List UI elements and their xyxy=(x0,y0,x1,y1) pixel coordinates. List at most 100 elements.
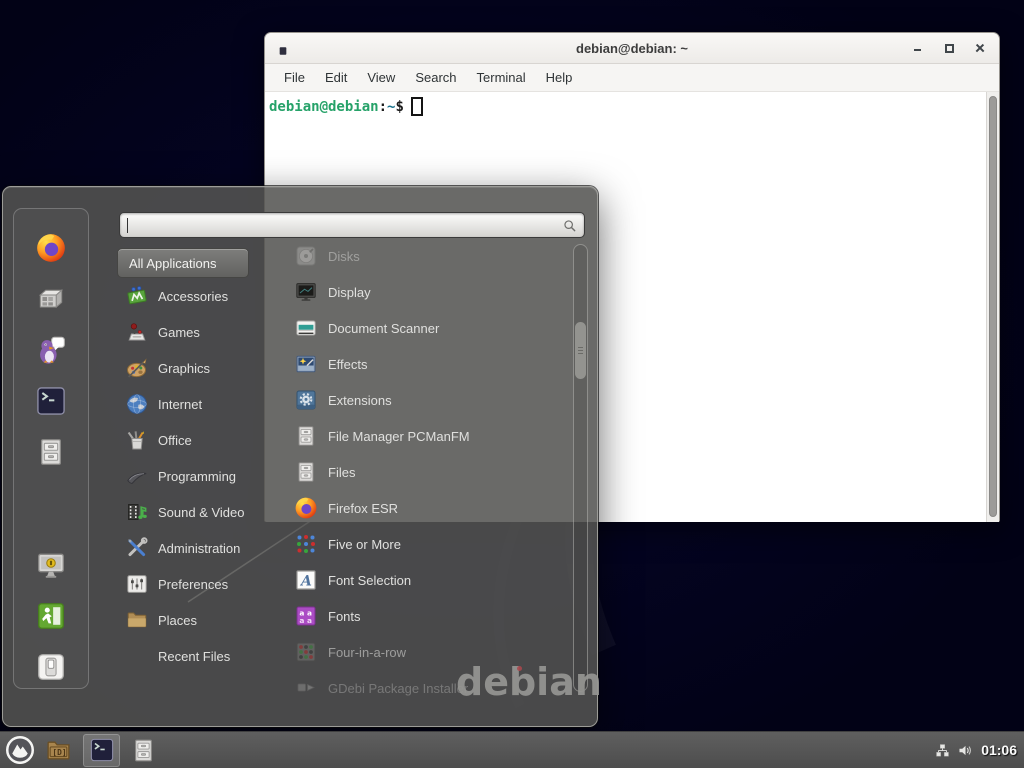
firefox-icon xyxy=(294,496,318,520)
app-five-or-more[interactable]: Five or More xyxy=(294,526,572,562)
terminal-menubar: FileEditViewSearchTerminalHelp xyxy=(265,64,999,92)
category-label: Recent Files xyxy=(158,649,230,664)
prompt-path: ~ xyxy=(387,99,395,115)
app-file-manager-pcmanfm[interactable]: File Manager PCManFM xyxy=(294,418,572,454)
category-label: Administration xyxy=(158,541,240,556)
category-sound-video[interactable]: Sound & Video xyxy=(117,494,289,530)
category-all-applications[interactable]: All Applications xyxy=(117,248,249,278)
app-display[interactable]: Display xyxy=(294,274,572,310)
launcher-file-cabinet[interactable] xyxy=(130,737,157,764)
category-administration[interactable]: Administration xyxy=(117,530,289,566)
app-label: Effects xyxy=(328,357,368,372)
terminal-window-icon xyxy=(278,43,288,53)
category-graphics[interactable]: Graphics xyxy=(117,350,289,386)
volume-icon[interactable] xyxy=(957,742,974,759)
app-label: Firefox ESR xyxy=(328,501,398,516)
app-firefox-esr[interactable]: Firefox ESR xyxy=(294,490,572,526)
file-cabinet-icon xyxy=(294,460,318,484)
svg-text:A: A xyxy=(299,574,312,590)
category-programming[interactable]: Programming xyxy=(117,458,289,494)
terminal-titlebar[interactable]: debian@debian: ~ xyxy=(265,33,999,64)
graphics-icon xyxy=(125,356,149,380)
category-games[interactable]: Games xyxy=(117,314,289,350)
category-recent-files[interactable]: Recent Files xyxy=(117,638,289,674)
category-label: Office xyxy=(158,433,192,448)
network-icon[interactable] xyxy=(935,743,950,758)
favorite-lock-screen[interactable] xyxy=(35,549,67,581)
taskbar-items: [D] xyxy=(35,734,157,767)
category-label: Places xyxy=(158,613,197,628)
file-cabinet-icon xyxy=(294,424,318,448)
application-list: DisksDisplay Document Scanner Effects Exten… xyxy=(294,238,572,706)
gdebi-icon xyxy=(294,676,318,700)
menu-item-search[interactable]: Search xyxy=(405,70,466,85)
app-label: Document Scanner xyxy=(328,321,439,336)
app-label: Font Selection xyxy=(328,573,411,588)
office-icon xyxy=(125,428,149,452)
menu-button[interactable] xyxy=(5,735,35,765)
app-files[interactable]: Files xyxy=(294,454,572,490)
favorite-file-cabinet[interactable] xyxy=(35,436,67,468)
search-text-cursor xyxy=(127,218,128,233)
app-extensions[interactable]: Extensions xyxy=(294,382,572,418)
app-label: Files xyxy=(328,465,355,480)
category-internet[interactable]: Internet xyxy=(117,386,289,422)
scanner-icon xyxy=(294,316,318,340)
prompt-user-host: debian@debian xyxy=(269,99,379,115)
search-input[interactable] xyxy=(119,212,585,238)
category-list: Accessories Games Graphics Internet Office Pr… xyxy=(117,278,289,674)
menu-item-terminal[interactable]: Terminal xyxy=(467,70,536,85)
taskbar-window-terminal[interactable] xyxy=(83,734,120,767)
favorite-pidgin[interactable] xyxy=(35,334,67,366)
favorites-sidebar xyxy=(13,208,89,689)
app-fonts[interactable]: a aa aFonts xyxy=(294,598,572,634)
close-button[interactable] xyxy=(973,41,987,55)
administration-icon xyxy=(125,536,149,560)
window-controls xyxy=(911,33,987,63)
menu-scrollbar[interactable] xyxy=(573,244,588,692)
app-label: Extensions xyxy=(328,393,392,408)
menu-item-help[interactable]: Help xyxy=(536,70,583,85)
menu-item-view[interactable]: View xyxy=(357,70,405,85)
clock[interactable]: 01:06 xyxy=(981,742,1017,758)
places-icon xyxy=(125,608,149,632)
sound-video-icon xyxy=(125,500,149,524)
category-office[interactable]: Office xyxy=(117,422,289,458)
app-four-in-a-row[interactable]: Four-in-a-row xyxy=(294,634,572,670)
menu-item-file[interactable]: File xyxy=(274,70,315,85)
search-icon xyxy=(562,218,578,234)
launcher-folder-d[interactable]: [D] xyxy=(45,737,72,764)
category-accessories[interactable]: Accessories xyxy=(117,278,289,314)
favorite-firefox[interactable] xyxy=(35,232,67,264)
favorite-logout[interactable] xyxy=(35,600,67,632)
category-label: Internet xyxy=(158,397,202,412)
terminal-cursor xyxy=(411,97,423,116)
category-preferences[interactable]: Preferences xyxy=(117,566,289,602)
category-places[interactable]: Places xyxy=(117,602,289,638)
app-label: File Manager PCManFM xyxy=(328,429,470,444)
maximize-button[interactable] xyxy=(942,41,956,55)
app-disks[interactable]: Disks xyxy=(294,238,572,274)
app-label: GDebi Package Installer xyxy=(328,681,468,696)
favorite-software[interactable] xyxy=(35,283,67,315)
minimize-button[interactable] xyxy=(911,41,925,55)
five-or-more-icon xyxy=(294,532,318,556)
display-icon xyxy=(294,280,318,304)
terminal-scrollbar[interactable] xyxy=(986,92,999,522)
accessories-icon xyxy=(125,284,149,308)
games-icon xyxy=(125,320,149,344)
category-label: Games xyxy=(158,325,200,340)
svg-text:[D]: [D] xyxy=(52,747,66,756)
app-font-selection[interactable]: A Font Selection xyxy=(294,562,572,598)
favorite-shutdown[interactable] xyxy=(35,651,67,683)
menu-item-edit[interactable]: Edit xyxy=(315,70,357,85)
app-gdebi-package-installer[interactable]: GDebi Package Installer xyxy=(294,670,572,706)
menu-scrollbar-thumb[interactable] xyxy=(575,322,586,379)
favorite-terminal[interactable] xyxy=(35,385,67,417)
terminal-scrollbar-thumb[interactable] xyxy=(989,96,997,517)
app-label: Fonts xyxy=(328,609,361,624)
app-document-scanner[interactable]: Document Scanner xyxy=(294,310,572,346)
extensions-icon xyxy=(294,388,318,412)
terminal-icon xyxy=(89,737,115,763)
app-effects[interactable]: Effects xyxy=(294,346,572,382)
